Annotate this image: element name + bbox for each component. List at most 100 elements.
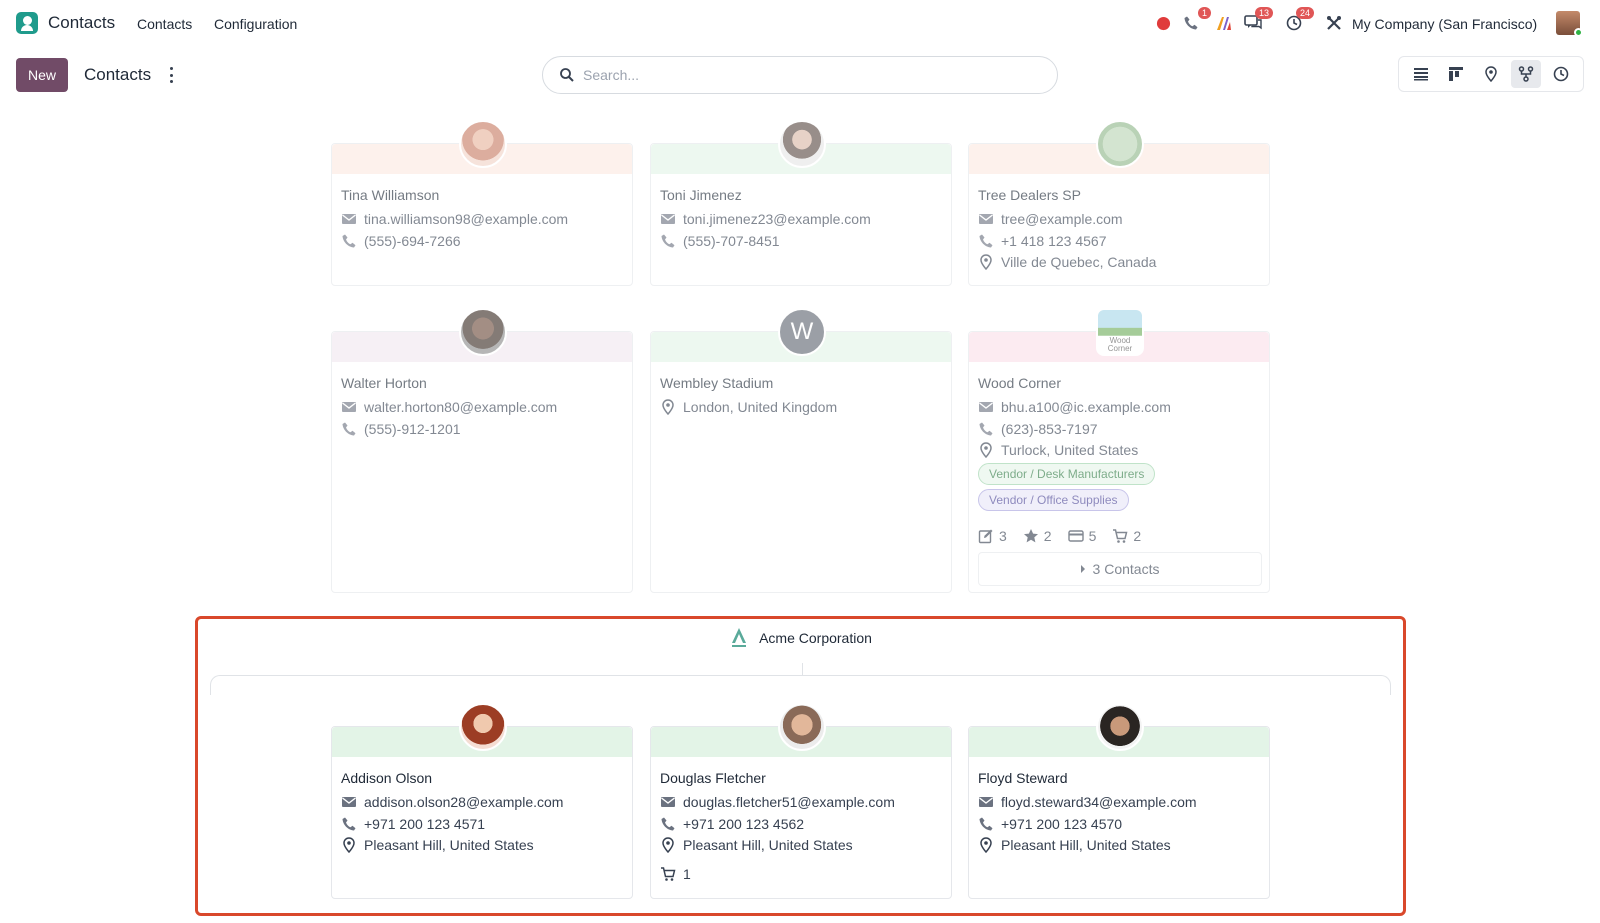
company-logo-icon [1096,120,1144,168]
actions-menu-icon[interactable] [169,67,173,83]
ai-assistant-icon[interactable] [1213,12,1235,34]
contact-email: floyd.steward34@example.com [978,794,1197,810]
orders-stat[interactable]: 1 [660,866,691,882]
envelope-icon [341,399,357,415]
recording-icon[interactable] [1152,12,1174,34]
phone-icon [660,816,676,832]
envelope-icon [660,794,676,810]
phone-icon [341,816,357,832]
online-status-icon [1574,28,1583,37]
category-tag[interactable]: Vendor / Office Supplies [978,489,1129,511]
contact-name: Tina Williamson [341,187,440,203]
child-contacts-button[interactable]: 3 Contacts [978,552,1262,586]
contact-name: Douglas Fletcher [660,770,766,786]
orders-stat[interactable]: 2 [1112,528,1141,544]
envelope-icon [341,794,357,810]
new-button[interactable]: New [16,58,68,92]
contact-email: addison.olson28@example.com [341,794,563,810]
activity-view-icon[interactable] [1546,60,1576,88]
envelope-icon [978,399,994,415]
contact-card[interactable]: Tina Williamson tina.williamson98@exampl… [331,120,633,286]
contact-phone: +971 200 123 4562 [660,816,804,832]
parent-company-header[interactable]: Acme Corporation [198,627,1403,649]
phone-icon [978,816,994,832]
activities-clock-icon[interactable]: 24 [1283,7,1314,34]
kanban-view-icon[interactable] [1441,60,1471,88]
contact-email: tina.williamson98@example.com [341,211,568,227]
phone-icon [341,421,357,437]
location-pin-icon [978,254,994,270]
contact-address: Pleasant Hill, United States [660,837,853,853]
company-switcher[interactable]: My Company (San Francisco) [1352,16,1537,32]
contact-avatar [459,703,507,751]
star-icon [1023,528,1039,544]
contact-avatar [459,120,507,168]
tools-icon[interactable] [1323,12,1345,34]
calls-badge: 1 [1197,7,1211,19]
cart-icon [1112,528,1128,544]
contact-name: Floyd Steward [978,770,1068,786]
envelope-icon [978,211,994,227]
contact-card[interactable]: Douglas Fletcher douglas.fletcher51@exam… [650,703,952,899]
phone-icon[interactable]: 1 [1180,7,1211,34]
contact-card[interactable]: Floyd Steward floyd.steward34@example.co… [968,703,1270,899]
cards-stat[interactable]: 5 [1068,528,1096,544]
hierarchy-view-icon[interactable] [1511,60,1542,88]
envelope-icon [978,794,994,810]
contact-card[interactable]: W Wembley Stadium London, United Kingdom [650,308,952,593]
menu-contacts[interactable]: Contacts [137,16,192,32]
credit-card-icon [1068,528,1084,544]
contact-name: Addison Olson [341,770,433,786]
contact-phone: (623)-853-7197 [978,421,1098,437]
contact-name: Toni Jimenez [660,187,742,203]
letter-avatar: W [778,308,826,356]
contact-phone: +1 418 123 4567 [978,233,1107,249]
contacts-app-icon[interactable] [16,12,38,34]
edit-icon [978,528,994,544]
menu-configuration[interactable]: Configuration [214,16,297,32]
contact-card[interactable]: Tree Dealers SP tree@example.com +1 418 … [968,120,1270,286]
stars-stat[interactable]: 2 [1023,528,1052,544]
contact-email: toni.jimenez23@example.com [660,211,871,227]
contact-phone: +971 200 123 4570 [978,816,1122,832]
search-bar[interactable] [542,56,1058,94]
tasks-stat[interactable]: 3 [978,528,1007,544]
contact-avatar [778,703,826,751]
location-pin-icon [341,837,357,853]
phone-icon [978,233,994,249]
contact-email: bhu.a100@ic.example.com [978,399,1171,415]
contact-email: douglas.fletcher51@example.com [660,794,895,810]
envelope-icon [341,211,357,227]
contact-phone: (555)-707-8451 [660,233,780,249]
contact-card[interactable]: Wood Corner Wood Corner bhu.a100@ic.exam… [968,308,1270,593]
contact-name: Tree Dealers SP [978,187,1081,203]
search-icon [560,68,574,82]
contact-name: Wembley Stadium [660,375,774,391]
control-panel: New Contacts [0,56,1600,94]
envelope-icon [660,211,676,227]
contact-avatar [459,308,507,356]
search-input[interactable] [583,67,1023,83]
contact-avatar [1096,703,1144,751]
location-pin-icon [660,399,676,415]
messages-icon[interactable]: 13 [1242,7,1273,34]
contact-phone: (555)-694-7266 [341,233,461,249]
top-navbar: Contacts Contacts Configuration 1 13 24 … [0,0,1600,46]
phone-icon [978,421,994,437]
map-view-icon[interactable] [1476,60,1506,88]
app-title[interactable]: Contacts [48,13,115,33]
contact-email: walter.horton80@example.com [341,399,557,415]
contact-address: Pleasant Hill, United States [341,837,534,853]
contact-card[interactable]: Toni Jimenez toni.jimenez23@example.com … [650,120,952,286]
messages-badge: 13 [1254,7,1273,19]
contact-avatar [778,120,826,168]
category-tag[interactable]: Vendor / Desk Manufacturers [978,463,1156,485]
contact-name: Walter Horton [341,375,427,391]
activities-badge: 24 [1295,7,1314,19]
list-view-icon[interactable] [1406,60,1436,88]
parent-company-name: Acme Corporation [759,630,872,646]
contact-card[interactable]: Walter Horton walter.horton80@example.co… [331,308,633,593]
cart-icon [660,866,676,882]
contact-card[interactable]: Addison Olson addison.olson28@example.co… [331,703,633,899]
view-switcher [1398,56,1584,92]
